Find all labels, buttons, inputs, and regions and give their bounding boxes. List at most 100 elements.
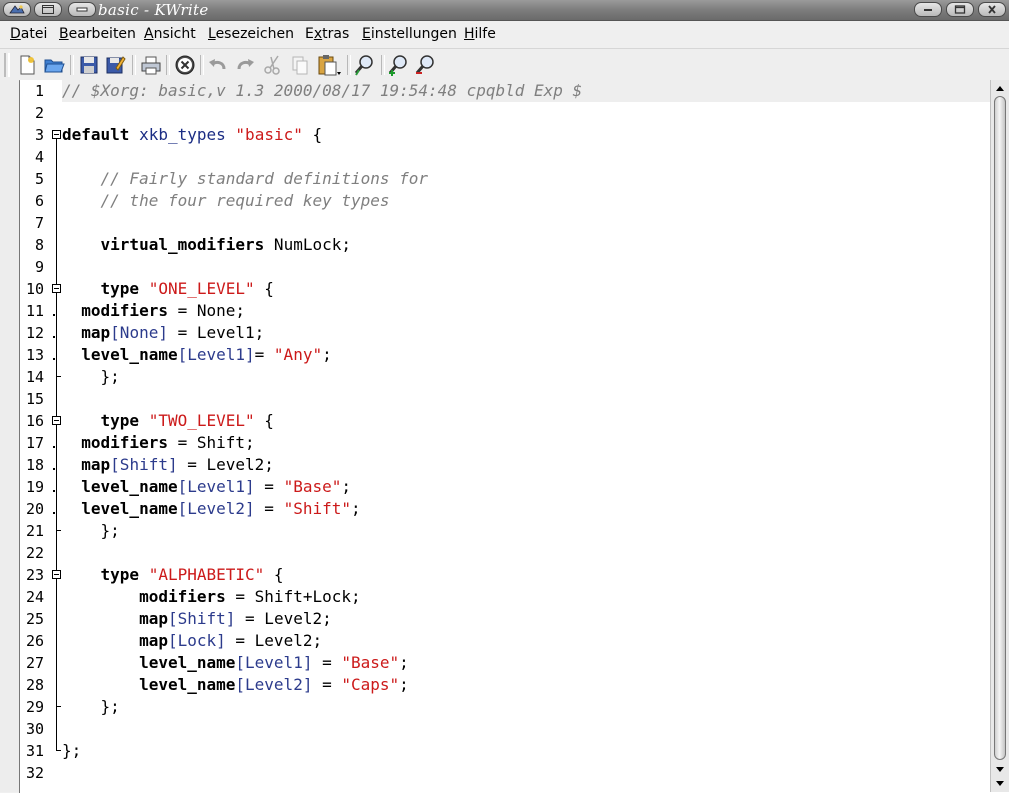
code-token: =	[254, 345, 274, 364]
menu-extras[interactable]: Extras	[305, 21, 349, 48]
toolbar-separator	[200, 55, 204, 75]
folding-markers[interactable]	[50, 80, 62, 792]
maximize-icon	[947, 3, 973, 16]
fold-range-line	[56, 425, 57, 531]
code-token: = Shift+Lock;	[225, 587, 361, 606]
code-token: [None]	[110, 323, 168, 342]
line-number: 12	[25, 324, 44, 342]
cut-button[interactable]	[260, 52, 286, 78]
open-button[interactable]	[41, 52, 67, 78]
code-token: // Fairly standard definitions for	[100, 169, 429, 188]
code-token: = Level1;	[167, 323, 265, 342]
code-token: xkb_types	[139, 125, 226, 144]
fold-toggle-icon[interactable]	[52, 416, 61, 425]
code-token: map	[139, 631, 168, 650]
redo-button[interactable]	[232, 52, 258, 78]
copy-button[interactable]	[287, 52, 313, 78]
line-number: 29	[25, 698, 44, 716]
save-as-button[interactable]	[102, 52, 128, 78]
code-token: // the four required key types	[100, 191, 390, 210]
code-line: };	[62, 520, 120, 542]
code-line: map[Shift] = Level2;	[62, 608, 332, 630]
scroll-down-button[interactable]	[992, 762, 1008, 776]
zoom-out-icon	[415, 55, 434, 74]
fold-toggle-icon[interactable]	[52, 284, 61, 293]
menu-bearbeiten[interactable]: Bearbeiten	[59, 21, 136, 48]
fold-toggle-icon[interactable]	[52, 130, 61, 139]
print-button[interactable]	[138, 52, 164, 78]
code-token: modifiers	[139, 587, 226, 606]
scroll-thumb[interactable]	[994, 96, 1006, 760]
code-token: {	[254, 411, 274, 430]
minimize-icon	[915, 3, 941, 16]
sticky-button[interactable]	[34, 2, 62, 17]
code-line: map[Shift] = Level2;	[62, 454, 274, 476]
code-token: [Shift]	[110, 455, 178, 474]
code-token: ;	[341, 477, 351, 496]
scroll-up-button[interactable]	[992, 81, 1008, 95]
toolbar-handle[interactable]	[4, 53, 10, 77]
zoom-out-button[interactable]	[413, 52, 439, 78]
line-number: 9	[34, 258, 44, 276]
window-menu-button[interactable]	[3, 2, 31, 17]
menu-datei[interactable]: Datei	[10, 21, 47, 48]
menu-lesezeichen[interactable]: Lesezeichen	[208, 21, 294, 48]
text-area[interactable]: // $Xorg: basic,v 1.3 2000/08/17 19:54:4…	[62, 80, 990, 792]
code-token: map	[81, 323, 111, 342]
menu-hilfe[interactable]: Hilfe	[464, 21, 496, 48]
code-token: "basic"	[235, 125, 303, 144]
code-token: =	[312, 653, 342, 672]
close-document-button[interactable]	[172, 52, 198, 78]
line-number: 26	[25, 632, 44, 650]
toolbar-separator	[166, 55, 170, 75]
shade-icon	[69, 3, 95, 16]
menu-ansicht[interactable]: Ansicht	[144, 21, 196, 48]
save-button[interactable]	[76, 52, 102, 78]
line-number: 10	[25, 280, 44, 298]
paste-icon	[318, 55, 341, 76]
code-line: // Fairly standard definitions for	[62, 168, 429, 190]
code-line: map[Lock] = Level2;	[62, 630, 322, 652]
paste-button[interactable]	[316, 52, 342, 78]
line-number: 28	[25, 676, 44, 694]
fold-range-end	[56, 376, 61, 377]
code-line: modifiers = Shift;	[62, 432, 255, 454]
zoom-in-button[interactable]	[386, 52, 412, 78]
menu-einstellungen[interactable]: Einstellungen	[362, 21, 457, 48]
wrap-indicator	[53, 336, 55, 338]
new-button[interactable]	[14, 52, 40, 78]
fold-toggle-icon[interactable]	[52, 570, 61, 579]
maximize-button[interactable]	[946, 2, 974, 17]
code-line: type "ONE_LEVEL" {	[62, 278, 274, 300]
window-title: basic - KWrite	[98, 1, 209, 19]
scroll-down-button-2[interactable]	[992, 776, 1008, 790]
line-number-gutter[interactable]: 1 2 3 4 5 6 7 8 9 10 11 12 13 14 15 16 17 18 19 20 21 22 23 24 2…	[20, 80, 50, 792]
shade-button[interactable]	[68, 2, 96, 17]
code-token: "Caps"	[341, 675, 400, 694]
close-window-button[interactable]	[978, 2, 1006, 17]
title-bar: basic - KWrite	[0, 0, 1009, 21]
code-line: };	[62, 366, 120, 388]
code-token: = Level2;	[225, 631, 323, 650]
window-icon	[35, 3, 61, 16]
undo-button[interactable]	[205, 52, 231, 78]
vertical-scrollbar[interactable]	[990, 80, 1009, 792]
arrow-down-icon	[996, 766, 1004, 772]
code-token: = Shift;	[167, 433, 255, 452]
code-token: ;	[322, 345, 332, 364]
minimize-button[interactable]	[914, 2, 942, 17]
code-token: ;	[399, 653, 409, 672]
code-token: "ALPHABETIC"	[148, 565, 265, 584]
find-button[interactable]	[352, 52, 378, 78]
code-line: modifiers = None;	[62, 300, 245, 322]
code-line: };	[62, 696, 120, 718]
